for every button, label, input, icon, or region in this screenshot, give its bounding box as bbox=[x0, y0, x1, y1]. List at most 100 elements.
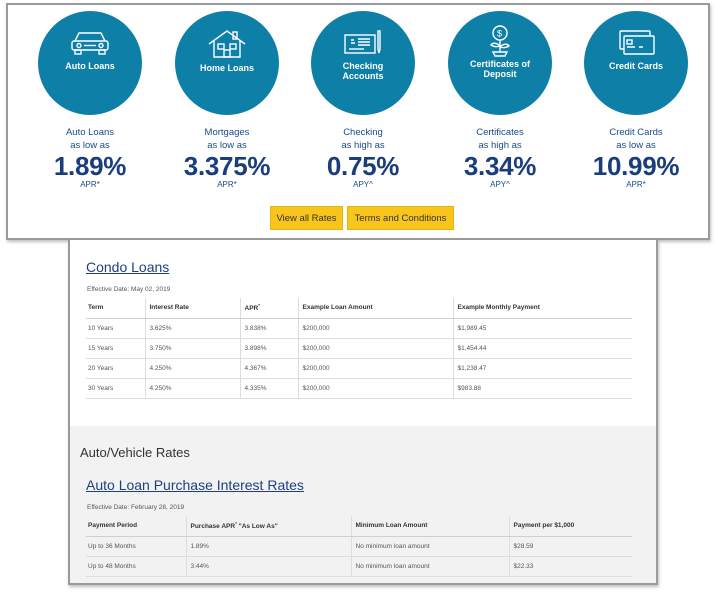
table-row: 10 Years 3.625% 3.838% $200,000 $1,989.4… bbox=[86, 318, 632, 339]
table-header-row: Payment Period Purchase APR* "As Low As"… bbox=[86, 516, 632, 537]
house-icon bbox=[208, 30, 246, 58]
rate-description: Auto Loans as low as bbox=[38, 126, 142, 152]
rate-desc-line1: Auto Loans bbox=[65, 127, 115, 138]
table-cell: $1,454.44 bbox=[452, 338, 632, 359]
column-header: Minimum Loan Amount bbox=[350, 516, 509, 537]
table-cell: 3.44% bbox=[185, 556, 351, 577]
apr-footnote-mark: * bbox=[235, 521, 237, 527]
credit-card-icon bbox=[619, 30, 655, 55]
auto-effective-date: Effective Date: February 28, 2019 bbox=[87, 504, 185, 511]
condo-loans-link[interactable]: Condo Loans bbox=[86, 259, 169, 275]
circle-label: Auto Loans bbox=[65, 61, 115, 71]
auto-vehicle-rates-heading: Auto/Vehicle Rates bbox=[80, 445, 190, 460]
table-cell: No minimum loan amount bbox=[350, 556, 509, 577]
rate-value: 10.99% bbox=[592, 151, 680, 181]
rate-desc-line1: Checking bbox=[343, 127, 383, 138]
as-low-as-text: "As Low As" bbox=[238, 523, 278, 531]
table-row: Up to 36 Months 1.89% No minimum loan am… bbox=[86, 536, 632, 557]
check-icon bbox=[344, 30, 381, 54]
auto-loans-circle[interactable]: Auto Loans bbox=[38, 11, 142, 115]
table-cell: No minimum loan amount bbox=[350, 536, 509, 557]
table-cell: $200,000 bbox=[297, 318, 453, 339]
table-cell: 3.750% bbox=[144, 338, 240, 359]
rate-value: 3.34% bbox=[463, 151, 537, 181]
rate-unit: APR* bbox=[217, 180, 237, 189]
table-cell: $200,000 bbox=[297, 358, 453, 379]
rate-description: Credit Cards as low as bbox=[584, 126, 688, 152]
column-header: Payment per $1,000 bbox=[508, 516, 632, 537]
table-row: 15 Years 3.750% 3.898% $200,000 $1,454.4… bbox=[86, 338, 632, 359]
rate-unit: APR* bbox=[80, 180, 100, 189]
rate-value: 3.375% bbox=[183, 151, 271, 181]
table-cell: 3.625% bbox=[144, 318, 240, 339]
credit-cards-circle[interactable]: Credit Cards bbox=[584, 11, 688, 115]
table-cell: 4.335% bbox=[239, 378, 298, 399]
rate-description: Certificates as high as bbox=[448, 126, 552, 152]
rates-panel: Auto Loans Auto Loans as low as 1.89% AP… bbox=[6, 3, 710, 240]
table-cell: 10 Years bbox=[86, 318, 145, 339]
table-cell: 4.250% bbox=[144, 378, 240, 399]
column-header: Payment Period bbox=[86, 516, 186, 537]
table-row: Up to 48 Months 3.44% No minimum loan am… bbox=[86, 556, 632, 577]
rate-card-checking: Checking Accounts Checking as high as 0.7… bbox=[311, 11, 415, 189]
rate-desc-line1: Certificates bbox=[476, 127, 524, 138]
svg-text:$: $ bbox=[497, 29, 502, 39]
rate-unit: APY^ bbox=[490, 180, 510, 189]
auto-loan-purchase-rates-link[interactable]: Auto Loan Purchase Interest Rates bbox=[86, 477, 304, 493]
column-header: APR* bbox=[239, 298, 298, 319]
table-cell: 3.898% bbox=[239, 338, 298, 359]
terms-and-conditions-button[interactable]: Terms and Conditions bbox=[347, 206, 454, 230]
column-header: Interest Rate bbox=[144, 298, 240, 319]
rate-card-home: Home Loans Mortgages as low as 3.375% AP… bbox=[175, 11, 279, 189]
table-cell: 1.89% bbox=[185, 536, 351, 557]
rate-unit: APR* bbox=[626, 180, 646, 189]
plant-icon: $ bbox=[490, 25, 510, 57]
rate-card-auto: Auto Loans Auto Loans as low as 1.89% AP… bbox=[38, 11, 142, 189]
table-cell: $1,238.47 bbox=[452, 358, 632, 379]
car-icon bbox=[71, 32, 109, 55]
table-row: 30 Years 4.250% 4.335% $200,000 $983.88 bbox=[86, 378, 632, 399]
circle-label: Certificates of Deposit bbox=[469, 59, 531, 79]
rate-value: 0.75% bbox=[326, 151, 400, 181]
rate-unit: APY^ bbox=[353, 180, 373, 189]
condo-effective-date: Effective Date: May 02, 2019 bbox=[87, 286, 171, 293]
table-row: 20 Years 4.250% 4.367% $200,000 $1,238.4… bbox=[86, 358, 632, 379]
table-cell: $983.88 bbox=[452, 378, 632, 399]
rates-document: Condo Loans Effective Date: May 02, 2019… bbox=[68, 240, 658, 585]
table-cell: 4.367% bbox=[239, 358, 298, 379]
view-all-rates-button[interactable]: View all Rates bbox=[270, 206, 343, 230]
table-cell: 20 Years bbox=[86, 358, 145, 379]
condo-rates-table: Term Interest Rate APR* Example Loan Amo… bbox=[86, 298, 632, 399]
column-header: Term bbox=[86, 298, 145, 319]
rate-desc-line1: Credit Cards bbox=[609, 127, 663, 138]
apr-header-text: APR bbox=[244, 305, 259, 313]
apr-header-text: Purchase APR bbox=[190, 523, 236, 531]
table-cell: Up to 36 Months bbox=[86, 536, 186, 557]
circle-label: Checking Accounts bbox=[342, 61, 384, 81]
column-header: Example Loan Amount bbox=[297, 298, 453, 319]
column-header: Purchase APR* "As Low As" bbox=[185, 516, 351, 537]
checking-accounts-circle[interactable]: Checking Accounts bbox=[311, 11, 415, 115]
rate-card-credit-cards: Credit Cards Credit Cards as low as 10.9… bbox=[584, 11, 688, 189]
table-header-row: Term Interest Rate APR* Example Loan Amo… bbox=[86, 298, 632, 319]
rate-value: 1.89% bbox=[53, 151, 127, 181]
circle-label: Credit Cards bbox=[608, 61, 663, 71]
rate-card-certificates: $ Certificates of Deposit Certificates as… bbox=[448, 11, 552, 189]
home-loans-circle[interactable]: Home Loans bbox=[175, 11, 279, 115]
table-cell: 30 Years bbox=[86, 378, 145, 399]
certificates-circle[interactable]: $ Certificates of Deposit bbox=[448, 11, 552, 115]
rate-description: Checking as high as bbox=[311, 126, 415, 152]
table-cell: Up to 48 Months bbox=[86, 556, 186, 577]
table-cell: 3.838% bbox=[239, 318, 298, 339]
rate-description: Mortgages as low as bbox=[175, 126, 279, 152]
table-cell: $28.59 bbox=[508, 536, 632, 557]
auto-rates-table: Payment Period Purchase APR* "As Low As"… bbox=[86, 516, 632, 577]
rate-desc-line1: Mortgages bbox=[204, 127, 250, 138]
apr-footnote-mark: * bbox=[258, 303, 260, 309]
table-cell: $1,989.45 bbox=[452, 318, 632, 339]
circle-label: Home Loans bbox=[199, 63, 254, 73]
table-cell: $200,000 bbox=[297, 338, 453, 359]
table-cell: 15 Years bbox=[86, 338, 145, 359]
column-header: Example Monthly Payment bbox=[452, 298, 632, 319]
table-cell: $22.33 bbox=[508, 556, 632, 577]
